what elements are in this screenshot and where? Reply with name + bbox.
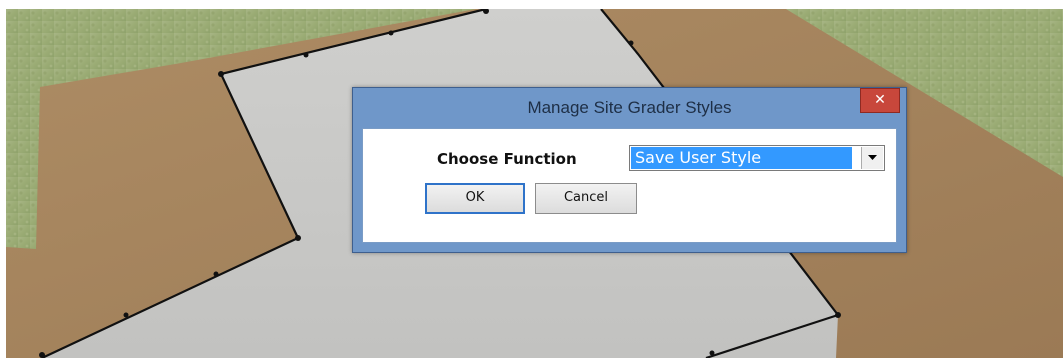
dialog-titlebar[interactable]: Manage Site Grader Styles ✕ xyxy=(353,88,906,128)
dropdown-arrow-button[interactable] xyxy=(861,147,883,169)
close-icon: ✕ xyxy=(874,92,886,108)
cancel-button[interactable]: Cancel xyxy=(535,183,637,214)
function-select[interactable]: Save User Style xyxy=(629,145,885,171)
dialog-title: Manage Site Grader Styles xyxy=(527,98,732,117)
function-select-value: Save User Style xyxy=(631,147,852,169)
choose-function-label: Choose Function xyxy=(437,150,577,168)
manage-site-grader-styles-dialog: Manage Site Grader Styles ✕ Choose Funct… xyxy=(352,87,907,253)
close-button[interactable]: ✕ xyxy=(860,88,900,113)
dialog-body: Choose Function Save User Style OK Cance… xyxy=(362,128,897,243)
chevron-down-icon xyxy=(868,155,877,160)
ok-button[interactable]: OK xyxy=(425,183,525,214)
